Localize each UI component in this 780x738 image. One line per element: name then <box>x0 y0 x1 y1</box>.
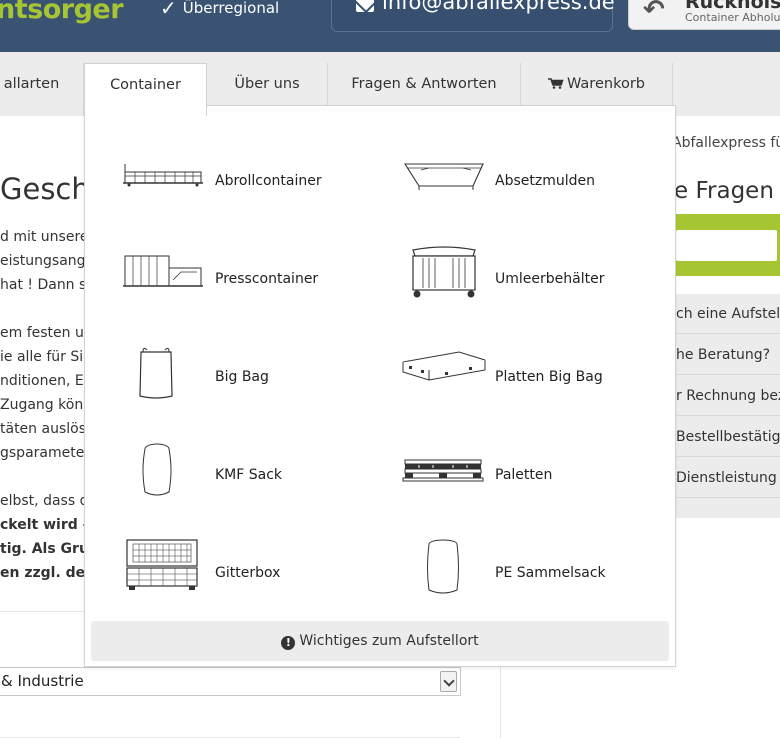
check-icon: ✓ <box>160 0 177 20</box>
body-text-line: nditionen, En <box>0 373 93 389</box>
paletten-icon <box>402 459 484 482</box>
body-text-line: ie alle für Sie <box>0 349 92 365</box>
chevron-down-icon[interactable] <box>440 671 457 692</box>
divider <box>0 611 85 612</box>
menu-item-label: KMF Sack <box>215 467 283 483</box>
menu-item-label: Big Bag <box>215 369 269 385</box>
umleerbehaelter-icon <box>412 246 476 298</box>
menu-item-umleerbehaelter[interactable]: Umleerbehälter <box>399 244 629 314</box>
site-header: ntsorger ✓ Überregional info@abfallexpre… <box>0 0 780 52</box>
faq-item[interactable]: r Rechnung beza <box>676 376 780 416</box>
body-text-line: elbst, dass di <box>0 493 93 509</box>
wichtiges-aufstellort-label: Wichtiges zum Aufstellort <box>299 633 479 649</box>
absetzmulde-icon <box>403 163 484 190</box>
faq-item[interactable]: he Beratung? <box>676 335 780 375</box>
menu-item-label: Abrollcontainer <box>215 173 322 189</box>
body-text-line: em festen un <box>0 325 93 341</box>
faq-item[interactable]: Bestellbestätigun <box>676 417 780 457</box>
kmf-sack-icon <box>142 443 172 496</box>
body-text-line: hat ! Dann sc <box>0 277 95 293</box>
menu-item-paletten[interactable]: Paletten <box>399 440 629 510</box>
container-dropdown-menu: Abrollcontainer Absetzmulden Presscontai… <box>84 105 676 667</box>
faq-list: ch eine Aufstellg he Beratung? r Rechnun… <box>676 294 780 518</box>
envelope-icon <box>356 0 374 12</box>
menu-item-label: Paletten <box>495 467 553 483</box>
exclamation-circle-icon: ! <box>281 636 296 650</box>
menu-item-label: Umleerbehälter <box>495 271 605 287</box>
body-text-line: gsparameter <box>0 445 91 461</box>
faq-search-input[interactable] <box>676 230 777 261</box>
presscontainer-icon <box>123 255 203 287</box>
return-arrow-icon: ↶ <box>643 0 665 25</box>
menu-item-platten-big-bag[interactable]: Platten Big Bag <box>399 342 629 412</box>
platten-big-bag-icon <box>402 351 486 381</box>
nav-item-container[interactable]: Container <box>84 63 207 116</box>
body-text-line: eistungsange <box>0 253 95 269</box>
menu-item-big-bag[interactable]: Big Bag <box>119 342 349 412</box>
menu-item-pe-sammelsack[interactable]: PE Sammelsack <box>399 538 629 608</box>
brand-logo-text[interactable]: ntsorger <box>0 0 124 25</box>
rueckholservice-button[interactable]: ↶ Rückholser Container Abholu <box>628 0 780 30</box>
branche-select[interactable]: & Industrie <box>0 667 461 696</box>
menu-item-presscontainer[interactable]: Presscontainer <box>119 244 349 314</box>
faq-heading: e Fragen <box>674 178 774 204</box>
email-box[interactable]: info@abfallexpress.de <box>331 0 615 32</box>
menu-item-absetzmulden[interactable]: Absetzmulden <box>399 146 629 216</box>
menu-item-label: Platten Big Bag <box>495 369 603 385</box>
menu-item-abrollcontainer[interactable]: Abrollcontainer <box>119 146 349 216</box>
big-bag-icon <box>139 347 173 399</box>
faq-item[interactable]: Dienstleistung b <box>676 458 780 498</box>
menu-item-label: Gitterbox <box>215 565 281 581</box>
ueberregional-badge: ✓ Überregional <box>160 0 279 20</box>
gitterbox-icon <box>126 539 198 590</box>
menu-item-label: Presscontainer <box>215 271 319 287</box>
email-link[interactable]: info@abfallexpress.de <box>382 0 615 14</box>
abrollcontainer-icon <box>123 164 203 187</box>
menu-item-label: Absetzmulden <box>495 173 595 189</box>
branche-select-value: & Industrie <box>1 672 84 690</box>
cart-icon <box>548 78 564 89</box>
body-text-line: täten auslöse <box>0 421 95 437</box>
menu-item-label: PE Sammelsack <box>495 565 606 581</box>
nav-item-abfallarten[interactable]: allarten <box>0 63 84 116</box>
ueberregional-label: Überregional <box>182 0 280 17</box>
sidebar-title: Abfallexpress für <box>672 135 780 151</box>
wichtiges-aufstellort-button[interactable]: ! Wichtiges zum Aufstellort <box>91 621 669 661</box>
rueckholservice-subtitle: Container Abholu <box>685 11 780 24</box>
menu-item-kmf-sack[interactable]: KMF Sack <box>119 440 349 510</box>
pe-sammelsack-icon <box>427 539 459 594</box>
menu-item-gitterbox[interactable]: Gitterbox <box>119 538 349 608</box>
body-text-line: d mit unseren <box>0 229 98 245</box>
faq-item[interactable]: ch eine Aufstellg <box>676 294 780 334</box>
